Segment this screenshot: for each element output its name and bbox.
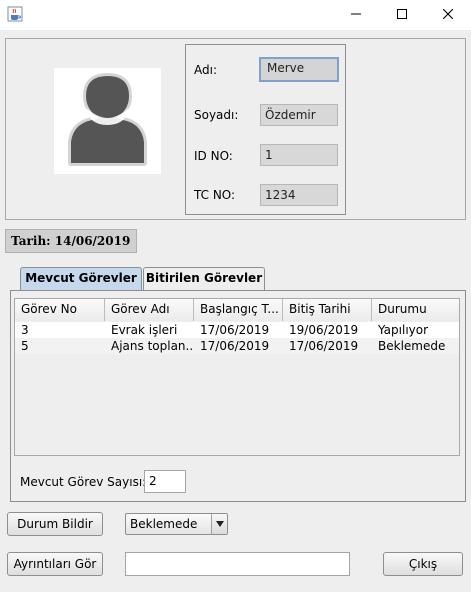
date-label: Tarih: 14/06/2019 xyxy=(5,229,137,253)
first-name-label: Adı: xyxy=(194,63,217,77)
details-button[interactable]: Ayrıntıları Gör xyxy=(7,552,103,576)
minimize-button[interactable] xyxy=(333,0,379,30)
tasks-table[interactable]: Görev No Görev Adı Başlangıç T... Bitiş … xyxy=(14,298,460,456)
tab-completed-tasks[interactable]: Bitirilen Görevler xyxy=(143,267,265,290)
close-icon xyxy=(442,8,454,22)
tc-no-label: TC NO: xyxy=(194,188,236,202)
report-status-button[interactable]: Durum Bildir xyxy=(7,512,103,536)
table-row[interactable]: 3 Evrak işleri 17/06/2019 19/06/2019 Yap… xyxy=(15,322,459,338)
status-select-value: Beklemede xyxy=(130,517,198,531)
maximize-button[interactable] xyxy=(379,0,425,30)
id-no-label: ID NO: xyxy=(194,149,233,163)
tc-no-field[interactable]: 1234 xyxy=(260,184,338,206)
title-bar xyxy=(0,0,471,30)
close-button[interactable] xyxy=(425,0,471,30)
java-cup-icon xyxy=(7,6,23,22)
column-header-end-date[interactable]: Bitiş Tarihi xyxy=(283,299,372,321)
table-cell: Yapılıyor xyxy=(378,323,429,337)
exit-button[interactable]: Çıkış xyxy=(383,552,463,576)
column-header-task-no[interactable]: Görev No xyxy=(15,299,105,321)
table-cell: 17/06/2019 xyxy=(200,323,270,337)
task-count-field[interactable]: 2 xyxy=(144,470,186,493)
column-header-start-date[interactable]: Başlangıç T... xyxy=(194,299,283,321)
table-body: 3 Evrak işleri 17/06/2019 19/06/2019 Yap… xyxy=(15,322,459,354)
table-row[interactable]: 5 Ajans toplan... 17/06/2019 17/06/2019 … xyxy=(15,338,459,354)
user-silhouette-icon xyxy=(54,73,161,177)
last-name-field[interactable]: Özdemir xyxy=(260,104,338,126)
minimize-icon xyxy=(351,8,361,22)
first-name-field[interactable]: Merve xyxy=(259,57,339,82)
avatar xyxy=(54,68,161,174)
table-empty-area xyxy=(15,354,459,455)
id-no-field[interactable]: 1 xyxy=(260,144,338,166)
table-cell: Beklemede xyxy=(378,339,446,353)
table-cell: Ajans toplan... xyxy=(111,339,194,353)
details-input[interactable] xyxy=(125,552,350,576)
table-cell: 3 xyxy=(21,323,29,337)
table-cell: 19/06/2019 xyxy=(289,323,359,337)
table-cell: 17/06/2019 xyxy=(200,339,270,353)
table-cell: 5 xyxy=(21,339,29,353)
column-header-status[interactable]: Durumu xyxy=(372,299,459,321)
table-cell: Evrak işleri xyxy=(111,323,178,337)
task-count-label: Mevcut Görev Sayısı: xyxy=(20,475,147,489)
tab-current-tasks[interactable]: Mevcut Görevler xyxy=(20,267,142,290)
chevron-down-icon[interactable] xyxy=(211,514,227,534)
status-select[interactable]: Beklemede xyxy=(125,513,228,535)
table-header: Görev No Görev Adı Başlangıç T... Bitiş … xyxy=(15,299,459,321)
maximize-icon xyxy=(397,8,407,22)
table-cell: 17/06/2019 xyxy=(289,339,359,353)
column-header-task-name[interactable]: Görev Adı xyxy=(105,299,194,321)
last-name-label: Soyadı: xyxy=(194,108,239,122)
